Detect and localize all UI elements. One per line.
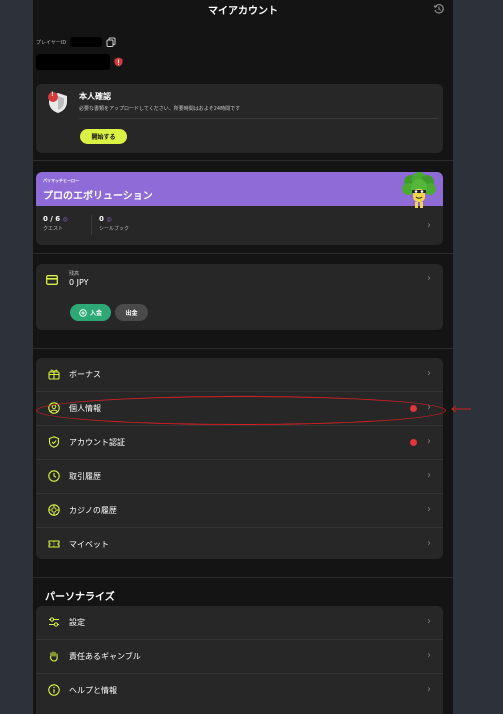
page-header: マイアカウント (33, 0, 453, 18)
info-icon (48, 684, 60, 696)
balance-label: 残高 (69, 271, 80, 277)
chevron-right-icon: › (427, 436, 431, 447)
copy-icon[interactable] (106, 37, 116, 47)
section-divider (33, 348, 453, 349)
player-id-value-redacted (70, 37, 103, 47)
gift-icon (48, 369, 60, 380)
account-menu: ボーナス › 個人情報 › アカウント認証 › 取引履歴 › カジノの履歴 › … (36, 358, 443, 559)
wallet-card-icon (46, 275, 58, 285)
kyc-description: 必要な書類をアップロードしてください、所要時間はおよそ24時間です (79, 106, 241, 112)
wallet-card[interactable]: 残高 0 JPY › 入金 出金 (36, 264, 443, 330)
hand-icon (50, 651, 58, 662)
quests-label: クエスト (43, 226, 64, 232)
menu-label: カジノの履歴 (69, 506, 117, 515)
kyc-title: 本人確認 (79, 92, 111, 101)
menu-label: ボーナス (69, 370, 101, 379)
deposit-label: 入金 (89, 311, 102, 317)
ticket-icon (48, 540, 60, 548)
menu-label: 取引履歴 (69, 472, 101, 481)
evolution-tag: パリマッチヒーロー (43, 178, 79, 183)
player-id-label: プレイヤーID (36, 39, 67, 46)
player-name-redacted (36, 54, 110, 70)
personalize-menu: 設定 › 責任あるギャンブル › ヘルプと情報 › (36, 606, 443, 714)
account-panel: マイアカウント プレイヤーID ! 本人確認 必要な書類をアップロードしてくださ… (33, 0, 453, 714)
sealbook-stat: 0 ◎ シールブック (99, 215, 129, 232)
section-divider (33, 160, 453, 161)
menu-item-responsible-gambling[interactable]: 責任あるギャンブル › (36, 640, 443, 673)
menu-label: 設定 (69, 618, 85, 627)
chevron-right-icon: › (427, 538, 431, 549)
page-title: マイアカウント (208, 5, 278, 17)
chevron-right-icon: › (427, 220, 431, 231)
menu-label: ヘルプと情報 (69, 686, 117, 695)
arrow-left-annotation-icon (451, 405, 471, 413)
menu-label: 責任あるギャンブル (69, 652, 141, 661)
shield-alert-badge: ! (51, 91, 54, 98)
menu-item-account-verification[interactable]: アカウント認証 › (36, 426, 443, 459)
section-divider (33, 253, 453, 254)
withdraw-button[interactable]: 出金 (115, 304, 148, 321)
sealbook-label: シールブック (99, 226, 130, 232)
quests-value: 0 / 6 (43, 215, 61, 223)
clock-icon (48, 470, 60, 482)
shield-icon (48, 92, 67, 113)
personalize-section-title: パーソナライズ (45, 592, 115, 603)
section-divider (33, 577, 453, 578)
kyc-divider (79, 118, 438, 119)
warning-shield-icon (114, 57, 123, 67)
chevron-right-icon: › (427, 650, 431, 661)
plus-circle-icon (79, 308, 87, 317)
menu-label: マイベット (69, 540, 109, 549)
player-name-row (36, 54, 123, 70)
seal-icon: ◎ (106, 216, 112, 223)
casino-chip-icon (48, 504, 60, 516)
chevron-right-icon: › (427, 684, 431, 695)
chevron-right-icon: › (427, 616, 431, 627)
sealbook-value: 0 (99, 215, 104, 223)
start-verification-button[interactable]: 開始する (80, 129, 127, 144)
highlight-ellipse-annotation (36, 396, 446, 425)
quest-icon: ◎ (62, 216, 68, 223)
sliders-icon (49, 617, 59, 627)
balance-amount: 0 JPY (69, 278, 89, 287)
quests-stat: 0 / 6 ◎ クエスト (43, 215, 68, 232)
evolution-card[interactable]: パリマッチヒーロー プロのエボリューション 0 / 6 ◎ クエスト 0 ◎ シ… (36, 172, 443, 245)
identity-verification-card: ! 本人確認 必要な書類をアップロードしてください、所要時間はおよそ24時間です… (36, 84, 443, 153)
player-id-row: プレイヤーID (36, 37, 116, 47)
stat-divider (91, 215, 92, 235)
alert-dot (410, 439, 417, 446)
mascot-broccoli-icon (402, 172, 436, 208)
menu-item-help-info[interactable]: ヘルプと情報 › (36, 674, 443, 707)
menu-label: アカウント認証 (69, 438, 125, 447)
menu-item-settings[interactable]: 設定 › (36, 606, 443, 639)
chevron-right-icon: › (427, 273, 431, 284)
menu-item-transaction-history[interactable]: 取引履歴 › (36, 460, 443, 493)
menu-item-casino-history[interactable]: カジノの履歴 › (36, 494, 443, 527)
evolution-title: プロのエボリューション (43, 191, 153, 202)
shield-check-icon (48, 436, 60, 448)
chevron-right-icon: › (427, 470, 431, 481)
menu-item-bonus[interactable]: ボーナス › (36, 358, 443, 391)
chevron-right-icon: › (427, 368, 431, 379)
deposit-button[interactable]: 入金 (70, 304, 111, 321)
history-icon[interactable] (433, 3, 445, 15)
chevron-right-icon: › (427, 504, 431, 515)
menu-item-my-bets[interactable]: マイベット › (36, 528, 443, 561)
